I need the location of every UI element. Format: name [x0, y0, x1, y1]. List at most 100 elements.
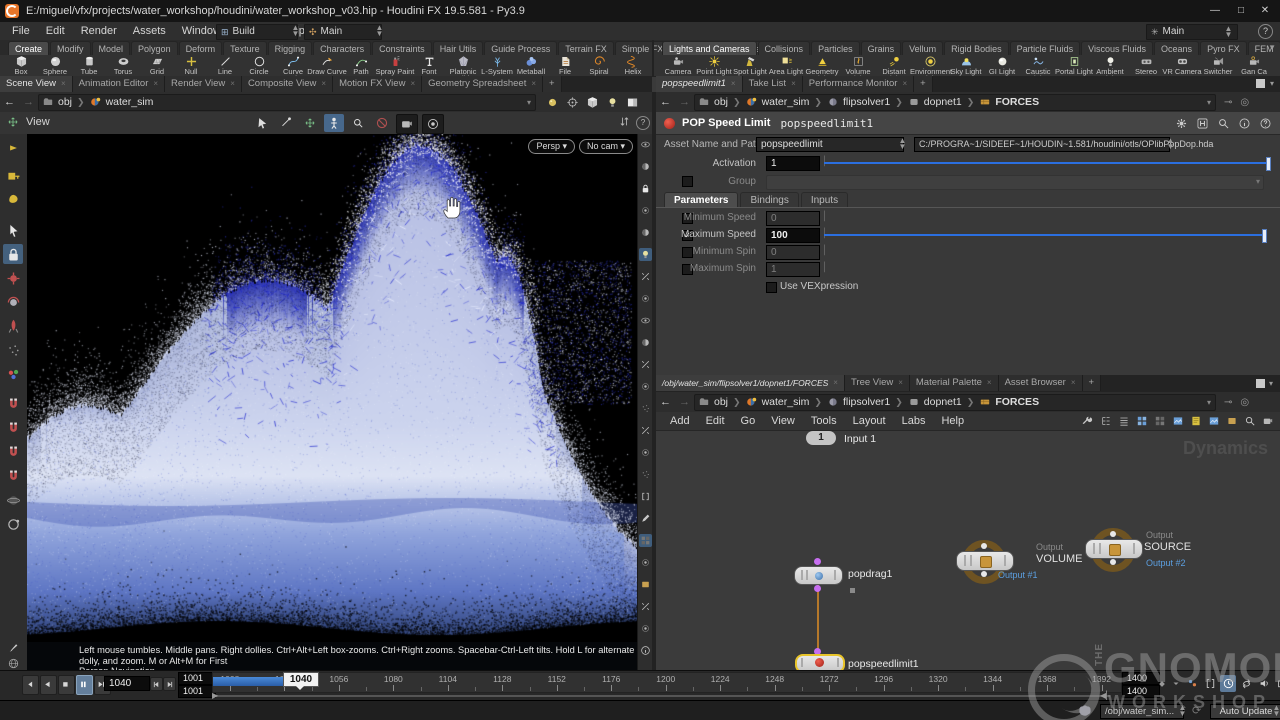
param-value-3[interactable]: 1: [766, 262, 820, 277]
param-slider-1[interactable]: [824, 234, 1264, 236]
minimize-button[interactable]: —: [1202, 0, 1228, 20]
scene-pane-tab-2[interactable]: Animation Editor×: [73, 76, 165, 92]
right-shelf-tab-oceans[interactable]: Oceans: [1154, 41, 1199, 56]
walk-tool[interactable]: [324, 114, 344, 132]
param-pane-tab-close-icon[interactable]: ×: [731, 76, 736, 92]
net-box-icon[interactable]: [1226, 415, 1238, 427]
current-frame-field[interactable]: 1040: [104, 676, 150, 691]
scene-pane-tab-close-icon[interactable]: ×: [321, 76, 326, 92]
left-shelf-tab-constraints[interactable]: Constraints: [372, 41, 432, 56]
scene-pane-add-tab-icon[interactable]: +: [543, 76, 562, 92]
wire-shaded-icon[interactable]: [639, 336, 652, 349]
param-pane-tab-close-icon[interactable]: ×: [902, 76, 907, 92]
left-shelf-tab-terrain-fx[interactable]: Terrain FX: [558, 41, 614, 56]
activation-slider[interactable]: [824, 162, 1268, 164]
scene-pane-tab-close-icon[interactable]: ×: [410, 76, 415, 92]
rotate-icon[interactable]: [3, 292, 23, 312]
spot-display-icon[interactable]: [639, 204, 652, 217]
asset-name-spinner[interactable]: ▲▼: [898, 138, 907, 150]
volume-input-port[interactable]: [981, 543, 987, 549]
headlight-icon[interactable]: [639, 248, 652, 261]
info-display-icon[interactable]: [639, 644, 652, 657]
view-menu-label[interactable]: View: [26, 116, 50, 128]
next-keyframe-button[interactable]: [163, 677, 176, 691]
net-pane-tab-3[interactable]: Material Palette×: [910, 375, 999, 391]
params-breadcrumb[interactable]: obj❯water_sim❯flipsolver1❯dopnet1❯FORCES…: [694, 94, 1216, 111]
houdini-badge-icon[interactable]: [1196, 117, 1209, 130]
snap-magnet-icon[interactable]: [3, 466, 23, 486]
shelf-set-spinner[interactable]: ▲▼: [291, 25, 300, 37]
right-shelf-tab-particle-fluids[interactable]: Particle Fluids: [1010, 41, 1081, 56]
net-menu-help[interactable]: Help: [933, 415, 972, 427]
left-shelf-tab-rigging[interactable]: Rigging: [268, 41, 313, 56]
params-forward-icon[interactable]: →: [675, 96, 694, 108]
update-mode-selector[interactable]: Auto Update: [1210, 704, 1280, 719]
view-menu-icon[interactable]: [6, 115, 20, 129]
left-shelf-tab-hair-utils[interactable]: Hair Utils: [433, 41, 484, 56]
uv-overlay-icon[interactable]: [639, 512, 652, 525]
param-value-1[interactable]: 100: [766, 228, 820, 243]
param-tab-parameters[interactable]: Parameters: [664, 192, 738, 208]
memory-icon[interactable]: [1078, 704, 1092, 720]
snap-point-icon[interactable]: [3, 442, 23, 462]
net-menu-labs[interactable]: Labs: [894, 415, 934, 427]
params-crumb-FORCES[interactable]: FORCES: [976, 96, 1042, 108]
net-pane-maximize-icon[interactable]: [1256, 379, 1265, 388]
range-slider-left-handle[interactable]: ▶: [212, 691, 218, 700]
right-shelf-tab-particles[interactable]: Particles: [811, 41, 860, 56]
render-region[interactable]: [422, 114, 444, 134]
popdrag1-output-port[interactable]: [814, 585, 821, 592]
particle-select-icon[interactable]: [3, 340, 23, 360]
geometry-link-icon[interactable]: [586, 96, 599, 109]
asset-path-spinner[interactable]: ▲▼: [1166, 138, 1175, 150]
left-shelf-tab-texture[interactable]: Texture: [223, 41, 267, 56]
desktop-spinner[interactable]: ▲▼: [375, 25, 384, 37]
group-dropdown-icon[interactable]: ▾: [1256, 177, 1260, 186]
net-menu-go[interactable]: Go: [733, 415, 764, 427]
net-grid-icon[interactable]: [1154, 415, 1166, 427]
scene-pane-tab-close-icon[interactable]: ×: [61, 76, 66, 92]
pointer-icon[interactable]: [3, 220, 23, 240]
menu-render[interactable]: Render: [73, 22, 125, 40]
net-forward-icon[interactable]: →: [675, 396, 694, 408]
render-disabled[interactable]: [372, 114, 392, 132]
ghost-objects-icon[interactable]: [639, 160, 652, 173]
scene-breadcrumb[interactable]: obj❯water_sim ▾: [38, 94, 536, 111]
pane-menu-icon[interactable]: ▾: [1270, 79, 1274, 88]
net-back-icon[interactable]: ←: [656, 396, 675, 408]
net-pane-tab-4[interactable]: Asset Browser×: [999, 375, 1083, 391]
param-value-2[interactable]: 0: [766, 245, 820, 260]
net-radial-icon[interactable]: ◎: [1240, 397, 1249, 408]
net-zoom-icon[interactable]: [1244, 415, 1256, 427]
back-icon[interactable]: ←: [0, 96, 19, 108]
pose-icon[interactable]: [3, 316, 23, 336]
scene-pane-tab-close-icon[interactable]: ×: [531, 76, 536, 92]
net-breadcrumb[interactable]: obj❯water_sim❯flipsolver1❯dopnet1❯FORCES…: [694, 394, 1216, 411]
shelf-set-selector[interactable]: ⊞ Build: [216, 24, 298, 40]
popdrag1-input-port[interactable]: [814, 558, 821, 565]
params-crumb-obj[interactable]: obj: [695, 96, 731, 108]
popdrag1-flag[interactable]: [850, 588, 855, 593]
scene-pane-tab-6[interactable]: Geometry Spreadsheet×: [422, 76, 543, 92]
point-marker-icon[interactable]: [639, 380, 652, 393]
popdrag1-node[interactable]: [794, 566, 843, 585]
loop-mode-icon[interactable]: [1238, 675, 1254, 692]
jump-to-start-button[interactable]: [22, 675, 39, 695]
view-type-button[interactable]: Persp ▾: [528, 139, 575, 154]
snap-grid-icon[interactable]: [3, 394, 23, 414]
net-pane-tab-close-icon[interactable]: ×: [898, 375, 903, 391]
net-pane-tab-close-icon[interactable]: ×: [1071, 375, 1076, 391]
export-playbar-icon[interactable]: [1274, 675, 1280, 692]
lasso-tool[interactable]: [276, 114, 296, 132]
paint-select-icon[interactable]: [3, 364, 23, 384]
volume-output-node[interactable]: [956, 551, 1014, 571]
param-pane-tab-1[interactable]: popspeedlimit1×: [656, 76, 743, 92]
context-path-field[interactable]: /obj/water_sim...: [1100, 704, 1184, 719]
playhead-marker[interactable]: [295, 685, 305, 690]
view-lock-icon[interactable]: [3, 244, 23, 264]
net-pane-menu-icon[interactable]: ▾: [1269, 379, 1273, 388]
net-crumb-obj[interactable]: obj: [695, 396, 731, 408]
follow-playbar-icon[interactable]: [1184, 675, 1200, 692]
sort-icon[interactable]: [618, 115, 631, 128]
point-display-icon[interactable]: [639, 292, 652, 305]
